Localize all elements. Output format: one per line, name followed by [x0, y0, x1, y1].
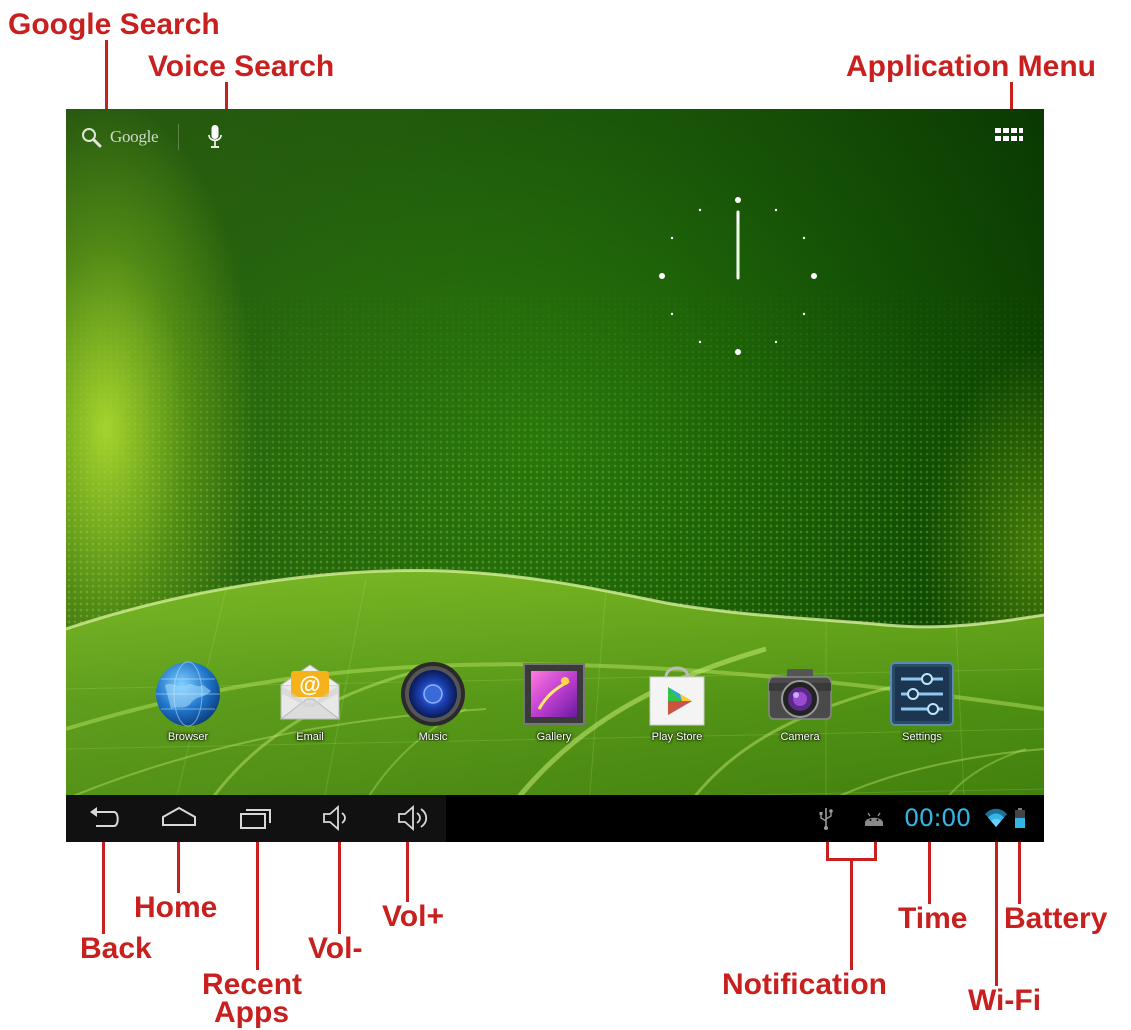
app-browser[interactable]: Browser: [143, 659, 233, 743]
app-camera[interactable]: Camera: [755, 659, 845, 743]
battery-icon[interactable]: [1014, 807, 1026, 829]
callout-recent-apps-line2: Apps: [214, 996, 289, 1029]
callout-google-search: Google Search: [8, 8, 220, 41]
callout-application-menu: Application Menu: [846, 50, 1096, 83]
app-settings[interactable]: Settings: [877, 659, 967, 743]
shopping-bag-icon: [649, 666, 705, 726]
app-email[interactable]: @ Email: [265, 659, 355, 743]
callout-back: Back: [80, 932, 152, 965]
app-music[interactable]: Music: [388, 659, 478, 743]
sliders-icon: [890, 662, 954, 726]
leader-battery: [1018, 834, 1021, 904]
callout-voice-search: Voice Search: [148, 50, 335, 83]
app-label: Play Store: [651, 731, 703, 743]
app-label: Camera: [780, 731, 820, 743]
search-divider: [178, 124, 180, 150]
leader-wifi: [995, 836, 998, 986]
callout-time: Time: [898, 902, 968, 935]
analog-clock-widget[interactable]: [656, 194, 820, 358]
leader-vol-minus: [338, 826, 341, 934]
status-clock[interactable]: 00:00: [904, 803, 971, 833]
app-label: Browser: [167, 731, 209, 743]
callout-battery: Battery: [1004, 902, 1108, 935]
search-icon: [82, 128, 102, 148]
recent-apps-icon[interactable]: [238, 803, 274, 833]
svg-text:@: @: [299, 672, 320, 697]
google-search-bar[interactable]: Google: [80, 123, 223, 151]
app-label: Gallery: [536, 731, 572, 743]
android-icon[interactable]: [863, 809, 885, 827]
system-bar: 00:00: [66, 795, 1044, 842]
usb-icon[interactable]: [818, 806, 834, 830]
globe-icon: [156, 661, 220, 727]
volume-up-icon[interactable]: [396, 803, 432, 833]
leader-time: [928, 836, 931, 904]
home-icon[interactable]: [160, 803, 198, 833]
camera-icon: [768, 669, 832, 720]
callout-vol-plus: Vol+: [382, 900, 444, 933]
callout-wifi: Wi-Fi: [968, 984, 1042, 1017]
microphone-icon[interactable]: [207, 124, 223, 150]
app-label: Music: [418, 731, 448, 743]
home-screen: Google Browser @ Email Music Gallery Pla…: [66, 109, 1044, 842]
callout-vol-minus: Vol-: [308, 932, 363, 965]
app-gallery[interactable]: Gallery: [509, 659, 599, 743]
leader-recent-apps: [256, 826, 259, 970]
callout-notification: Notification: [722, 968, 887, 1001]
app-grid-icon[interactable]: [994, 127, 1024, 147]
app-label: Email: [296, 731, 324, 743]
app-play-store[interactable]: Play Store: [632, 659, 722, 743]
app-label: Settings: [902, 731, 942, 743]
speaker-icon: [401, 662, 465, 726]
leader-notification-stem: [850, 858, 853, 970]
google-search-text: Google: [110, 127, 159, 146]
back-icon[interactable]: [86, 803, 122, 833]
volume-down-icon[interactable]: [321, 803, 353, 833]
picture-icon: [523, 663, 585, 725]
wifi-icon[interactable]: [984, 807, 1008, 829]
envelope-icon: @: [279, 664, 341, 720]
callout-home: Home: [134, 891, 218, 924]
